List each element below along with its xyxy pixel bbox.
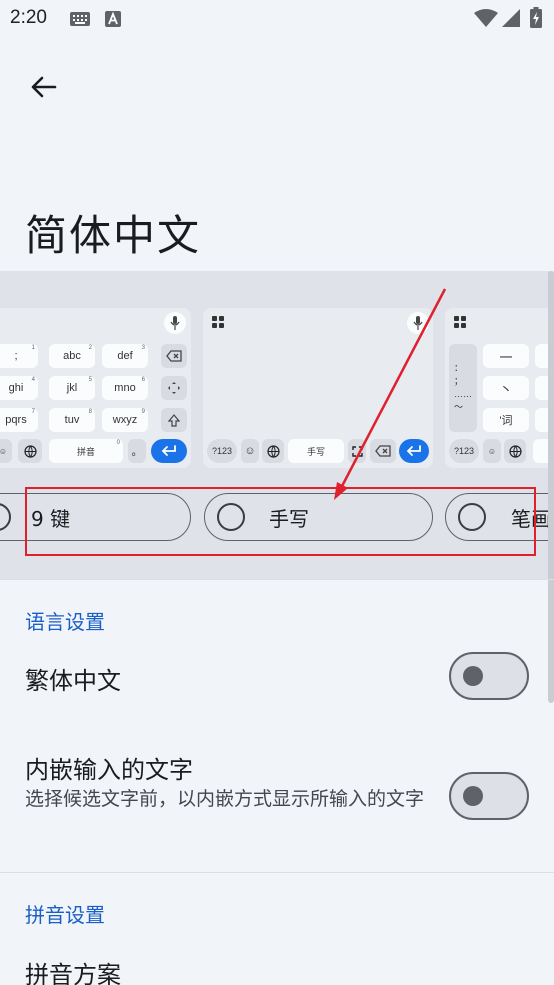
globe-icon bbox=[262, 439, 284, 463]
enter-icon bbox=[399, 439, 429, 463]
layout-option-label: 9 键 bbox=[31, 506, 71, 531]
fullscreen-icon bbox=[348, 439, 366, 463]
kb-period-key: 。 bbox=[128, 439, 146, 463]
signal-icon bbox=[502, 9, 520, 27]
kb-key: mno 6 bbox=[102, 376, 148, 400]
setting-inline-input-summary: 选择候选文字前，以内嵌方式显示所输入的文字 bbox=[25, 788, 425, 810]
kb-space-key: 手写 bbox=[288, 439, 344, 463]
kb-stroke-key: 丶 bbox=[483, 376, 529, 400]
kb-key: tuv 8 bbox=[49, 408, 95, 432]
toggle-knob bbox=[463, 666, 483, 686]
back-button[interactable] bbox=[22, 66, 64, 108]
wifi-icon bbox=[474, 9, 498, 27]
globe-icon bbox=[18, 439, 42, 463]
kb-key: jkl 5 bbox=[49, 376, 95, 400]
enter-icon bbox=[151, 439, 187, 463]
kb-key: abc 2 bbox=[49, 344, 95, 368]
layout-option-9key[interactable]: 9 键 bbox=[0, 493, 191, 541]
status-time: 2:20 bbox=[10, 7, 47, 28]
globe-icon bbox=[504, 439, 526, 463]
layout-carousel[interactable]: ; 1 abc 2 def 3 ghi 4 jkl 5 mno 6 pqrs 7 tuv 8 w… bbox=[0, 271, 554, 579]
layout-option-label: 手写 bbox=[269, 506, 309, 531]
page-title: 简体中文 bbox=[25, 211, 202, 260]
keyboard-preview-stroke[interactable]: ：；…… ～ 一 丶 '词 ?123 ☺ bbox=[445, 308, 554, 468]
mic-icon bbox=[164, 312, 186, 334]
kb-key: ghi 4 bbox=[0, 376, 38, 400]
scrollbar[interactable] bbox=[548, 271, 554, 703]
status-bar: 2:20 bbox=[0, 0, 554, 38]
cursor-move-icon bbox=[161, 376, 187, 400]
kb-key: wxyz 9 bbox=[102, 408, 148, 432]
setting-inline-input-title[interactable]: 内嵌输入的文字 bbox=[25, 750, 193, 785]
section-header-language: 语言设置 bbox=[25, 610, 105, 634]
layout-option-stroke[interactable]: 笔画 bbox=[445, 493, 554, 541]
inline-input-toggle[interactable] bbox=[449, 772, 529, 820]
mic-icon bbox=[407, 312, 429, 334]
layout-option-label: 笔画 bbox=[511, 506, 551, 531]
section-header-pinyin: 拼音设置 bbox=[25, 903, 105, 927]
setting-pinyin-scheme-title[interactable]: 拼音方案 bbox=[25, 955, 121, 985]
keyboard-preview-9key[interactable]: ; 1 abc 2 def 3 ghi 4 jkl 5 mno 6 pqrs 7 tuv 8 w… bbox=[0, 308, 191, 468]
backspace-icon bbox=[161, 344, 187, 368]
layout-option-handwriting[interactable]: 手写 bbox=[204, 493, 433, 541]
kb-punct-column: ：；…… ～ bbox=[449, 344, 477, 432]
shift-icon bbox=[161, 408, 187, 432]
emoji-icon: ☺ bbox=[241, 439, 259, 463]
keyboard-preview-handwriting[interactable]: ?123 ☺ 手写 bbox=[203, 308, 433, 468]
kb-key: pqrs 7 bbox=[0, 408, 38, 432]
text-a-icon bbox=[105, 11, 121, 27]
emoji-comma-key: ☺ bbox=[483, 439, 501, 463]
app-grid-icon bbox=[454, 316, 466, 328]
toggle-knob bbox=[463, 786, 483, 806]
app-grid-icon bbox=[212, 316, 224, 328]
keyboard-icon bbox=[70, 12, 90, 26]
kb-symbols-key: ?123 bbox=[207, 439, 237, 463]
emoji-comma-key: ☺ bbox=[0, 439, 12, 463]
divider bbox=[0, 872, 554, 873]
setting-traditional-chinese-title[interactable]: 繁体中文 bbox=[25, 661, 121, 696]
radio-button[interactable] bbox=[217, 503, 245, 531]
kb-key: ; 1 bbox=[0, 344, 38, 368]
battery-charging-icon bbox=[530, 7, 542, 28]
radio-button[interactable] bbox=[0, 503, 11, 531]
kb-stroke-key: 一 bbox=[483, 344, 529, 368]
kb-symbols-key: ?123 bbox=[449, 439, 479, 463]
arrow-back-icon bbox=[31, 76, 57, 98]
divider bbox=[0, 579, 554, 580]
backspace-icon bbox=[370, 439, 396, 463]
kb-key: def 3 bbox=[102, 344, 148, 368]
traditional-chinese-toggle[interactable] bbox=[449, 652, 529, 700]
radio-button[interactable] bbox=[458, 503, 486, 531]
kb-stroke-key: '词 bbox=[483, 408, 529, 432]
kb-space-key: 拼音 0 bbox=[49, 439, 123, 463]
